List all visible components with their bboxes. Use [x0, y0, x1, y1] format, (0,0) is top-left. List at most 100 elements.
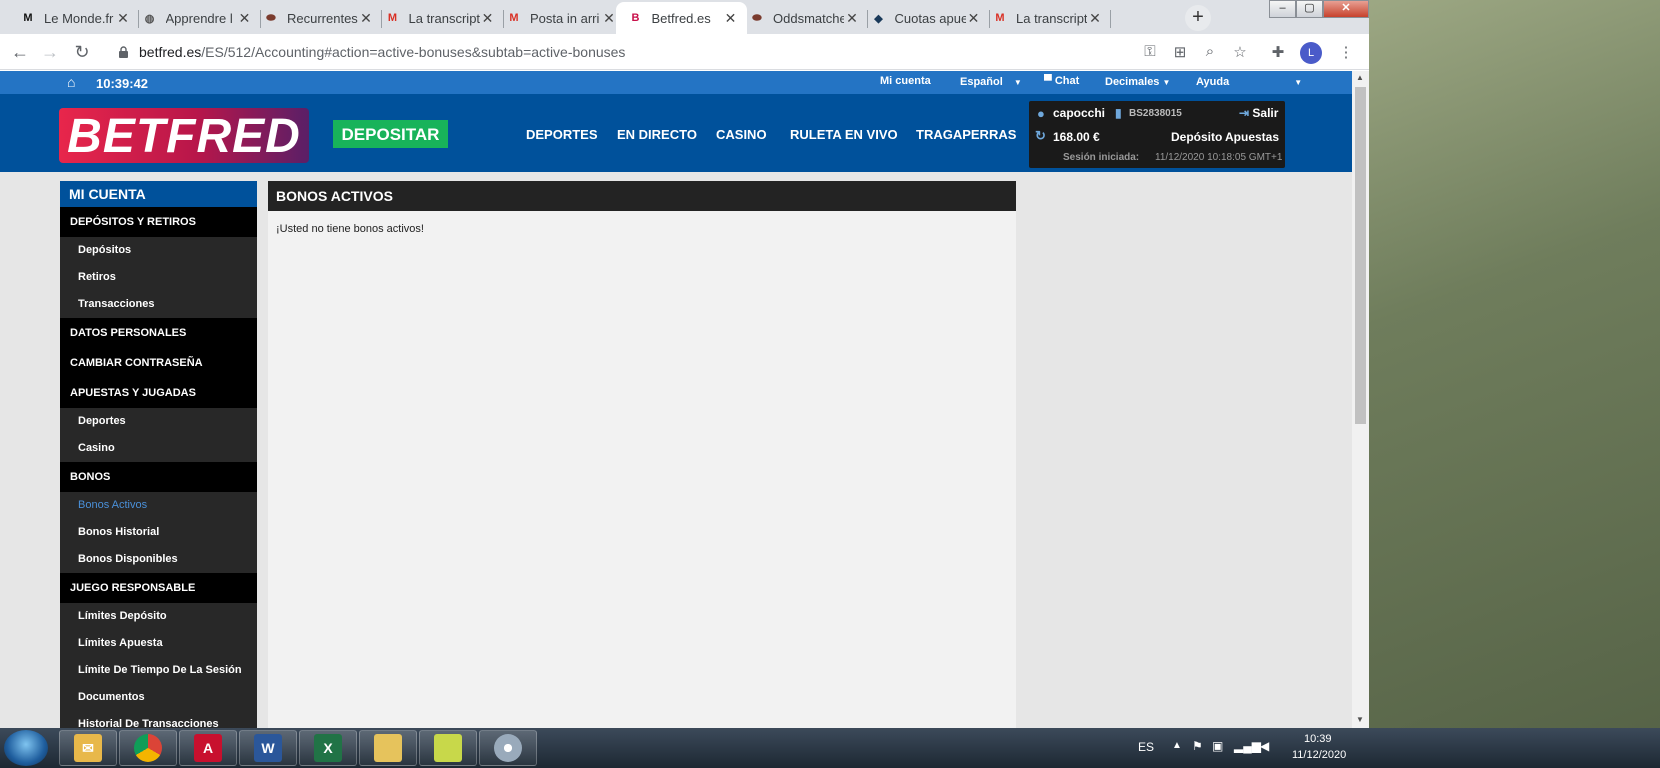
taskbar-outlook[interactable]: ✉ [59, 730, 117, 766]
page-title: BONOS ACTIVOS [268, 181, 1016, 211]
sidebar-item[interactable]: Historial De Transacciones [60, 711, 257, 728]
window-controls: – ▢ ✕ [1269, 0, 1369, 20]
chat-link[interactable]: ▀ Chat [1044, 75, 1079, 87]
clock-time: 10:39:42 [96, 76, 149, 91]
browser-tab[interactable]: M Le Monde.fr ✕ [8, 2, 139, 34]
taskbar-explorer[interactable] [359, 730, 417, 766]
taskbar-word[interactable]: W [239, 730, 297, 766]
taskbar-paint[interactable] [479, 730, 537, 766]
minimize-button[interactable]: – [1269, 0, 1296, 18]
id-card-icon: ▮ [1115, 106, 1122, 120]
language-select[interactable]: Español ▼ [960, 76, 1022, 88]
sidebar-item[interactable]: Bonos Activos [60, 492, 257, 519]
device-icon[interactable]: ▣ [1212, 739, 1223, 753]
close-window-button[interactable]: ✕ [1323, 0, 1369, 18]
taskbar-sticky-notes[interactable] [419, 730, 477, 766]
tray-expand-icon[interactable]: ▲ [1172, 740, 1182, 751]
nav-ruleta-en-vivo[interactable]: RULETA EN VIVO [790, 127, 898, 142]
sidebar-item[interactable]: Límite De Tiempo De La Sesión [60, 657, 257, 684]
tab-title: Oddsmatche [773, 10, 844, 26]
odds-format-select[interactable]: Decimales ▼ [1105, 76, 1170, 88]
menu-kebab-icon[interactable]: ⋮ [1336, 43, 1356, 61]
browser-tab[interactable]: M Posta in arri ✕ [494, 2, 625, 34]
new-tab-button[interactable]: + [1185, 5, 1211, 31]
nav-en-directo[interactable]: EN DIRECTO [617, 127, 697, 142]
chrome-icon [134, 734, 162, 762]
tab-title: Cuotas apue [894, 10, 966, 26]
home-icon[interactable]: ⌂ [67, 74, 75, 90]
start-button[interactable] [4, 730, 48, 766]
profile-avatar[interactable]: L [1300, 42, 1322, 64]
cuotas-icon: ◆ [874, 12, 883, 25]
empty-state-message: ¡Usted no tiene bonos activos! [276, 223, 424, 235]
sidebar-section[interactable]: JUEGO RESPONSABLE [60, 573, 257, 603]
deposit-link[interactable]: Depósito [1171, 130, 1222, 144]
chat-label: Chat [1054, 75, 1080, 87]
tab-separator [1110, 10, 1111, 28]
sidebar-section[interactable]: CAMBIAR CONTRASEÑA [60, 348, 257, 378]
taskbar-chrome[interactable] [119, 730, 177, 766]
sidebar-item[interactable]: Límites Apuesta [60, 630, 257, 657]
volume-muted-icon[interactable]: ◀ [1260, 739, 1269, 753]
sidebar-section[interactable]: APUESTAS Y JUGADAS [60, 378, 257, 408]
session-label: Sesión iniciada: [1063, 152, 1140, 163]
network-signal-icon[interactable]: ▂▄▆ [1234, 739, 1261, 753]
sidebar-item[interactable]: Bonos Historial [60, 519, 257, 546]
browser-tab[interactable]: ⬬ Oddsmatche ✕ [737, 2, 868, 34]
sidebar-item[interactable]: Retiros [60, 264, 257, 291]
sidebar-item[interactable]: Depósitos [60, 237, 257, 264]
reload-icon[interactable]: ↻ [70, 40, 94, 64]
nav-casino[interactable]: CASINO [716, 127, 767, 142]
browser-tab[interactable]: ◍ Apprendre l ✕ [130, 2, 261, 34]
browser-tab[interactable]: ◆ Cuotas apue ✕ [859, 2, 990, 34]
betfred-logo[interactable]: BETFRED [59, 108, 309, 163]
taskbar-excel[interactable]: X [299, 730, 357, 766]
action-center-flag-icon[interactable]: ⚑ [1192, 739, 1203, 753]
browser-tab[interactable]: B Betfred.es ✕ [615, 2, 747, 34]
sidebar-item[interactable]: Casino [60, 435, 257, 462]
sidebar-section[interactable]: BONOS [60, 462, 257, 492]
bets-link[interactable]: Apuestas [1225, 130, 1279, 144]
deposit-button[interactable]: DEPOSITAR [333, 120, 448, 148]
logout-link[interactable]: ⇥ Salir [1239, 106, 1278, 120]
nav-tragaperras[interactable]: TRAGAPERRAS [916, 127, 1016, 142]
tray-date[interactable]: 11/12/2020 [1292, 749, 1346, 761]
tray-time[interactable]: 10:39 [1304, 733, 1332, 745]
sidebar-section[interactable]: DATOS PERSONALES [60, 318, 257, 348]
scroll-up-icon[interactable]: ▲ [1356, 73, 1364, 82]
sidebar-item[interactable]: Documentos [60, 684, 257, 711]
balance: 168.00 € [1053, 130, 1100, 144]
input-language[interactable]: ES [1138, 740, 1154, 754]
address-bar[interactable]: betfred.es/ES/512/Accounting#action=acti… [106, 38, 1274, 66]
sidebar-section[interactable]: DEPÓSITOS Y RETIROS [60, 207, 257, 237]
translate-icon[interactable]: ⊞ [1170, 43, 1190, 61]
sidebar-item[interactable]: Bonos Disponibles [60, 546, 257, 573]
tab-title: Apprendre l [165, 10, 233, 26]
extensions-icon[interactable]: ✚ [1268, 43, 1288, 61]
scroll-thumb[interactable] [1355, 87, 1366, 424]
sidebar-item[interactable]: Deportes [60, 408, 257, 435]
mi-cuenta-link[interactable]: Mi cuenta [880, 75, 931, 87]
excel-icon: X [314, 734, 342, 762]
close-tab-icon[interactable]: ✕ [601, 10, 617, 27]
nav-deportes[interactable]: DEPORTES [526, 127, 598, 142]
help-select[interactable]: Ayuda ▼ [1196, 76, 1302, 88]
zoom-icon[interactable]: ⌕ [1200, 43, 1220, 60]
sidebar-item[interactable]: Transacciones [60, 291, 257, 318]
refresh-balance-icon[interactable]: ↻ [1035, 128, 1046, 144]
browser-tab[interactable]: M La transcript ✕ [373, 2, 504, 34]
site-top-bar: ⌂ 10:39:42 Mi cuenta Español ▼ ▀ Chat De… [0, 71, 1352, 94]
scroll-down-icon[interactable]: ▼ [1356, 715, 1364, 724]
browser-tab[interactable]: M La transcript ✕ [980, 2, 1111, 34]
bookmark-star-icon[interactable]: ☆ [1230, 43, 1250, 61]
page-scrollbar[interactable]: ▲ ▼ [1352, 71, 1369, 728]
back-icon[interactable]: ← [8, 40, 32, 64]
browser-tab[interactable]: ⬬ Recurrentes ✕ [251, 2, 382, 34]
key-icon[interactable]: ⚿ [1140, 43, 1160, 60]
sidebar-item[interactable]: Límites Depósito [60, 603, 257, 630]
taskbar-acrobat[interactable]: A [179, 730, 237, 766]
forward-icon[interactable]: → [38, 40, 62, 64]
close-tab-icon[interactable]: ✕ [1087, 10, 1103, 27]
tab-title: Recurrentes [287, 10, 358, 26]
maximize-button[interactable]: ▢ [1296, 0, 1323, 18]
